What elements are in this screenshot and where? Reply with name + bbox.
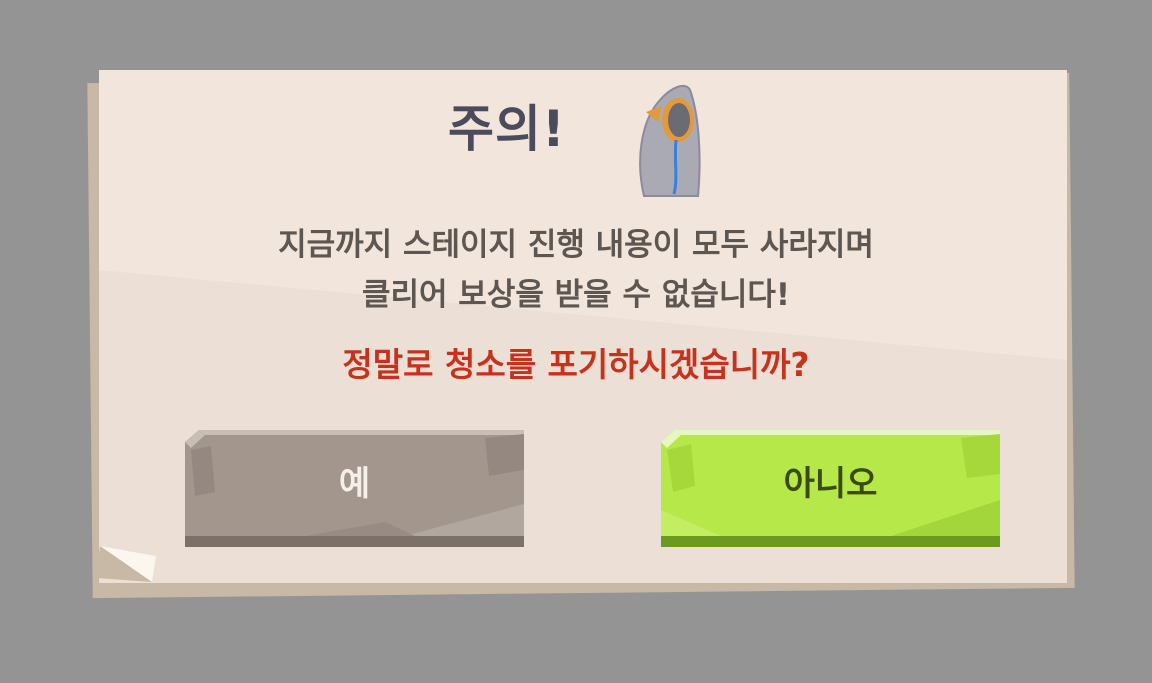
no-button-label: 아니오 <box>783 464 878 504</box>
warning-message: 지금까지 스테이지 진행 내용이 모두 사라지며 클리어 보상을 받을 수 없습… <box>0 220 1152 320</box>
title-row: 주의! <box>0 84 1152 206</box>
game-screen: 주의! 지금까지 스테이지 진행 내용이 모두 사라지며 클리어 보상을 받을 … <box>0 0 1152 683</box>
message-line-1: 지금까지 스테이지 진행 내용이 모두 사라지며 <box>278 227 874 263</box>
paper-curl <box>96 546 156 582</box>
mascot-icon <box>639 84 701 197</box>
yes-button[interactable]: 예 <box>185 430 524 547</box>
no-button[interactable]: 아니오 <box>661 430 1000 547</box>
message-line-2: 클리어 보상을 받을 수 없습니다! <box>361 277 791 313</box>
dialog-title: 주의! <box>448 100 566 158</box>
confirm-question: 정말로 청소를 포기하시겠습니까? <box>342 345 810 384</box>
yes-button-label: 예 <box>338 464 371 504</box>
